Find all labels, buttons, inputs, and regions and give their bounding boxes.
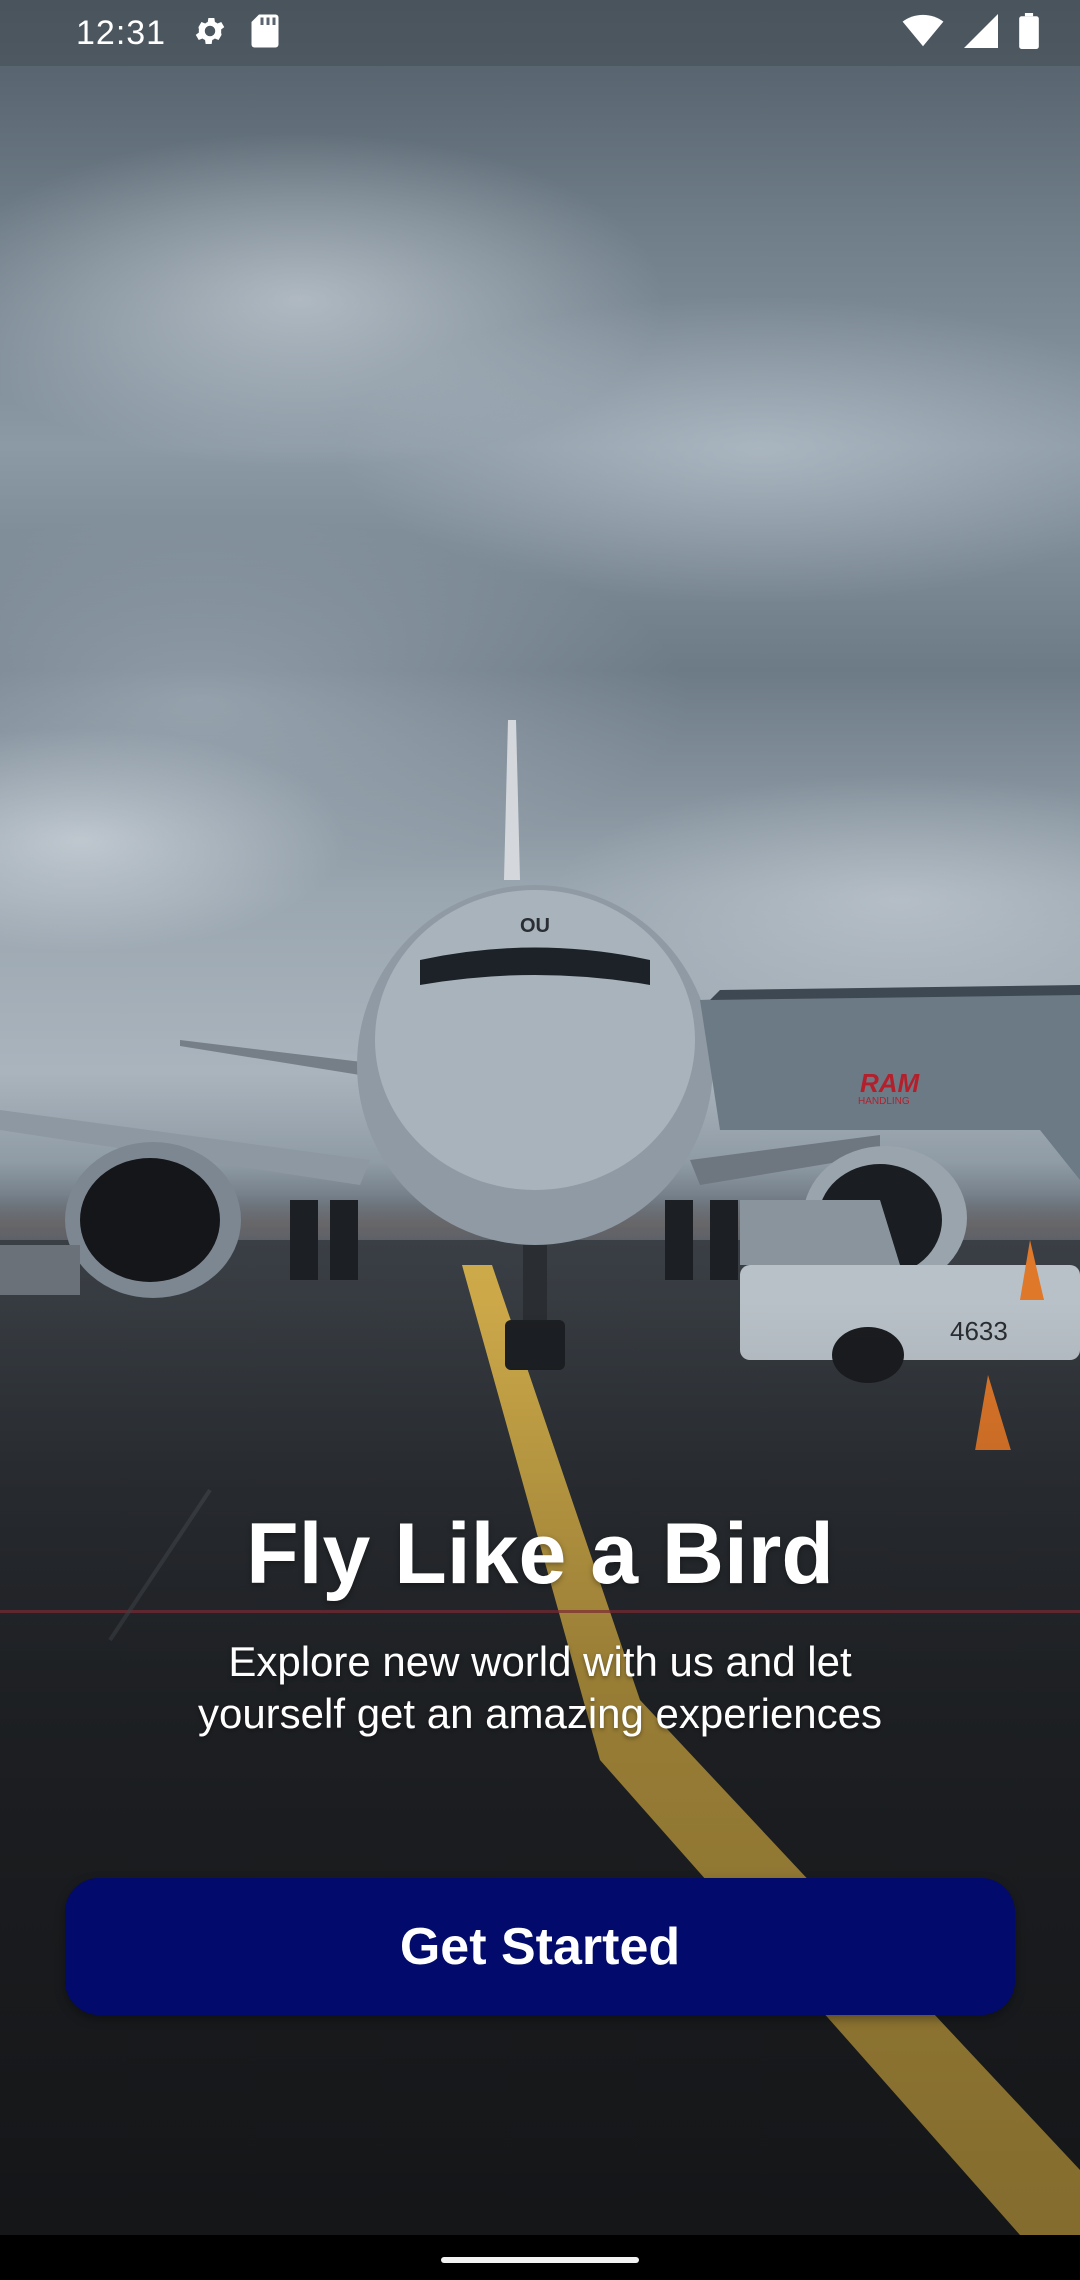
- bottom-shade: [0, 1300, 1080, 2235]
- stairs-logo: RAM: [860, 1068, 921, 1098]
- home-indicator[interactable]: [441, 2257, 639, 2263]
- battery-icon: [1018, 12, 1040, 54]
- wifi-icon: [902, 14, 944, 53]
- sd-card-icon: [250, 13, 280, 54]
- stairs-logo-sub: HANDLING: [858, 1096, 910, 1107]
- status-icons-left: [192, 13, 280, 54]
- status-time: 12:31: [76, 13, 167, 52]
- welcome-screen: OU RAM HANDLING 4633 12:31: [0, 0, 1080, 2280]
- page-subtitle: Explore new world with us and let yourse…: [140, 1636, 940, 1740]
- airplane-photo: OU RAM HANDLING 4633: [0, 720, 1080, 1450]
- status-bar: 12:31: [0, 0, 1080, 66]
- subtitle-line-2: yourself get an amazing experiences: [197, 1690, 883, 1737]
- status-icons-right: [902, 12, 1040, 54]
- page-title: Fly Like a Bird: [246, 1506, 834, 1602]
- signal-icon: [964, 13, 998, 53]
- settings-icon: [192, 13, 228, 54]
- subtitle-line-1: Explore new world with us and let: [228, 1638, 852, 1685]
- get-started-button[interactable]: Get Started: [65, 1878, 1015, 2015]
- nose-marking: OU: [520, 915, 550, 937]
